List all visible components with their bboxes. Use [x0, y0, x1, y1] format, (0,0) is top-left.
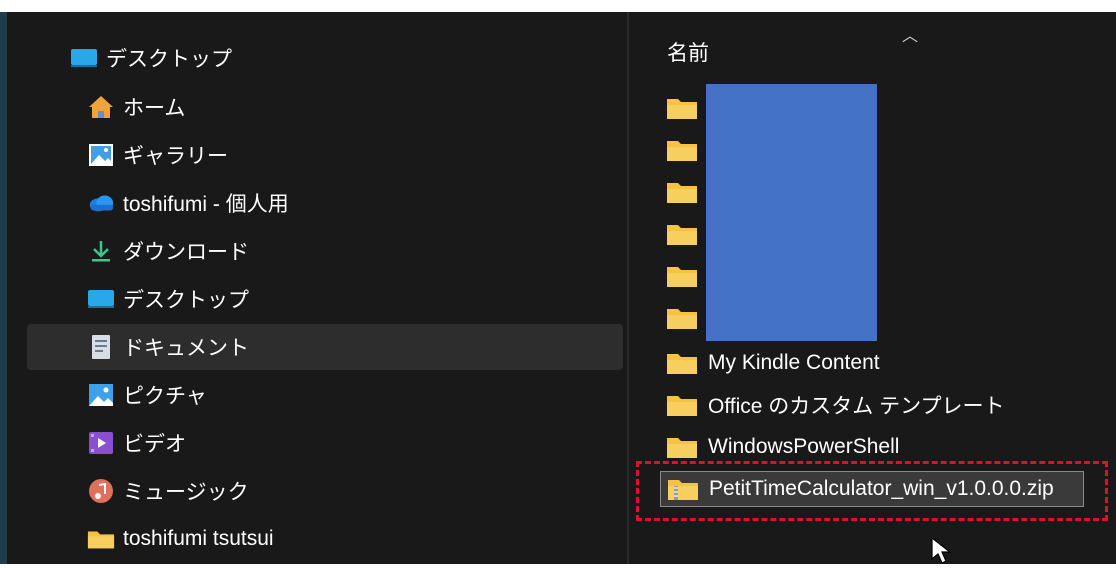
nav-item-label: ダウンロード [123, 241, 249, 264]
nav-item-label: ギャラリー [123, 145, 228, 168]
mouse-cursor-icon [930, 536, 956, 569]
folder-icon [666, 303, 702, 333]
redaction-box [706, 84, 877, 341]
nav-item-label: デスクトップ [123, 289, 249, 312]
nav-item-videos[interactable]: ビデオ [87, 420, 683, 466]
file-row-windowspowershell[interactable]: WindowsPowerShell [660, 429, 1100, 465]
nav-item-desktop[interactable]: デスクトップ [87, 276, 683, 322]
nav-item-pictures[interactable]: ピクチャ [87, 372, 683, 418]
documents-icon [87, 333, 115, 361]
file-name: WindowsPowerShell [708, 435, 900, 458]
file-row-office-templates[interactable]: Office のカスタム テンプレート [660, 387, 1100, 423]
nav-item-desktop-top[interactable]: デスクトップ [70, 35, 666, 81]
file-row-my-kindle-content[interactable]: My Kindle Content [660, 345, 1100, 381]
file-name: My Kindle Content [708, 351, 880, 374]
folder-icon [666, 261, 702, 291]
desktop-icon [87, 285, 115, 313]
nav-item-user-folder[interactable]: toshifumi tsutsui [87, 516, 683, 562]
nav-item-label: ホーム [123, 97, 186, 120]
nav-item-label: ビデオ [123, 433, 186, 456]
column-header-name[interactable]: 名前 [667, 37, 709, 67]
nav-item-label: ミュージック [123, 481, 249, 504]
nav-item-label: ピクチャ [123, 385, 207, 408]
nav-item-home[interactable]: ホーム [87, 84, 683, 130]
download-icon [87, 237, 115, 265]
music-icon [87, 477, 115, 505]
nav-item-label: デスクトップ [106, 48, 232, 71]
nav-item-gallery[interactable]: ギャラリー [87, 132, 683, 178]
nav-item-documents[interactable]: ドキュメント [27, 324, 623, 370]
top-strip [7, 0, 1116, 12]
nav-item-downloads[interactable]: ダウンロード [87, 228, 683, 274]
folder-icon [666, 219, 702, 249]
navigation-pane: デスクトップ ホーム ギャラリー toshifumi - 個人用 ダウンロード … [7, 12, 627, 564]
pictures-icon [87, 381, 115, 409]
folder-icon [666, 177, 702, 207]
folder-icon [87, 525, 115, 553]
nav-item-onedrive[interactable]: toshifumi - 個人用 [87, 180, 683, 226]
nav-item-music[interactable]: ミュージック [87, 468, 683, 514]
folder-icon [666, 93, 702, 123]
folder-icon [666, 348, 702, 378]
folder-icon [666, 432, 702, 462]
window-left-edge [0, 12, 7, 564]
home-icon [87, 93, 115, 121]
desktop-icon [70, 44, 98, 72]
sort-chevron-up-icon[interactable]: ︿ [902, 22, 918, 46]
nav-item-label: toshifumi tsutsui [123, 527, 274, 550]
nav-item-label: toshifumi - 個人用 [123, 193, 289, 216]
folder-icon [666, 135, 702, 165]
red-dashed-highlight [636, 461, 1108, 521]
folder-icon [666, 390, 702, 420]
videos-icon [87, 429, 115, 457]
file-name: Office のカスタム テンプレート [708, 395, 1005, 418]
gallery-icon [87, 141, 115, 169]
onedrive-icon [87, 189, 115, 217]
nav-item-label: ドキュメント [123, 337, 249, 360]
